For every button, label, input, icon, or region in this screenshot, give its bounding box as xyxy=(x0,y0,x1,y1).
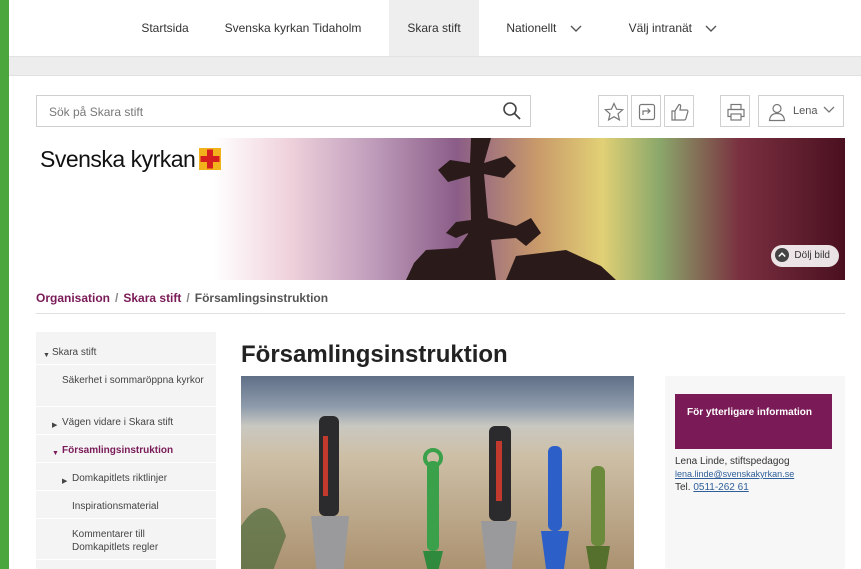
chevron-down-icon xyxy=(705,25,717,32)
top-navigation: Startsida Svenska kyrkan Tidaholm Skara … xyxy=(9,0,861,57)
hide-image-button[interactable]: Dölj bild xyxy=(771,245,839,267)
site-wordmark[interactable]: Svenska kyrkan xyxy=(40,146,196,173)
sidenav-item-domkapitlets-riktlinjer[interactable]: ▶ Domkapitlets riktlinjer xyxy=(36,464,216,491)
nav-valj-intranat[interactable]: Välj intranät xyxy=(617,0,729,56)
share-button[interactable] xyxy=(631,95,661,127)
printer-icon xyxy=(727,103,745,121)
contact-email-link[interactable]: lena.linde@svenskakyrkan.se xyxy=(675,469,794,479)
divider xyxy=(36,313,845,314)
sub-bar xyxy=(9,57,861,76)
header-banner: Svenska kyrkan Dölj bild xyxy=(36,138,845,280)
star-icon xyxy=(604,102,624,122)
breadcrumb-organisation[interactable]: Organisation xyxy=(36,291,110,305)
sidenav-item-inspirationsmaterial[interactable]: Inspirationsmaterial xyxy=(36,492,216,519)
user-icon xyxy=(768,103,786,122)
sidenav-item-kommentarer[interactable]: Kommentarer till Domkapitlets regler xyxy=(36,520,216,560)
chevron-down-icon xyxy=(823,106,835,113)
nav-nationellt[interactable]: Nationellt xyxy=(494,0,594,56)
sidenav-item-vagen-vidare[interactable]: ▶ Vägen vidare i Skara stift xyxy=(36,408,216,435)
nav-tidaholm[interactable]: Svenska kyrkan Tidaholm xyxy=(214,0,372,56)
caret-right-icon: ▶ xyxy=(52,422,58,429)
side-navigation: ▼ Skara stift Säkerhet i sommaröppna kyrk… xyxy=(36,332,216,569)
church-cross-logo xyxy=(199,148,221,170)
info-heading: För ytterligare information xyxy=(675,394,832,449)
chevron-up-circle-icon xyxy=(775,248,790,263)
caret-down-icon: ▼ xyxy=(52,450,59,457)
search-icon[interactable] xyxy=(502,101,522,121)
share-icon xyxy=(638,103,656,121)
print-button[interactable] xyxy=(720,95,750,127)
sidenav-item-forsamlingsinstruktion[interactable]: ▼ Församlingsinstruktion xyxy=(36,436,216,463)
page-title: Församlingsinstruktion xyxy=(241,341,508,368)
breadcrumb-skara-stift[interactable]: Skara stift xyxy=(123,291,181,305)
search-input[interactable] xyxy=(37,96,491,128)
favorite-button[interactable] xyxy=(598,95,628,127)
chevron-down-icon xyxy=(570,25,582,32)
cross-silhouette-image xyxy=(406,138,616,280)
sidenav-item-sakerhet[interactable]: Säkerhet i sommaröppna kyrkor xyxy=(36,366,216,407)
caret-right-icon: ▶ xyxy=(62,478,68,485)
breadcrumb: Organisation / Skara stift / Församlingsinst… xyxy=(36,291,329,305)
page-content: Lena Svenska kyrkan Dölj bild Organi xyxy=(9,76,861,569)
garden-tools-photo xyxy=(241,376,634,569)
user-name: Lena xyxy=(793,105,818,117)
contact-phone: Tel. 0511-262 61 xyxy=(675,482,749,493)
contact-phone-link[interactable]: 0511-262 61 xyxy=(693,482,748,493)
like-button[interactable] xyxy=(664,95,694,127)
nav-startsida[interactable]: Startsida xyxy=(134,0,196,56)
thumbs-up-icon xyxy=(671,103,689,121)
nav-skara-stift[interactable]: Skara stift xyxy=(389,0,479,56)
caret-down-icon: ▼ xyxy=(43,352,50,359)
breadcrumb-current: Församlingsinstruktion xyxy=(194,291,329,305)
browser-page: Startsida Svenska kyrkan Tidaholm Skara … xyxy=(9,0,861,569)
contact-name: Lena Linde, stiftspedagog xyxy=(675,456,790,467)
user-menu-button[interactable]: Lena xyxy=(758,95,844,127)
sidenav-item-skara-stift[interactable]: ▼ Skara stift xyxy=(36,332,216,365)
search-box xyxy=(36,95,531,128)
contact-info-box: För ytterligare information Lena Linde, … xyxy=(665,376,845,569)
